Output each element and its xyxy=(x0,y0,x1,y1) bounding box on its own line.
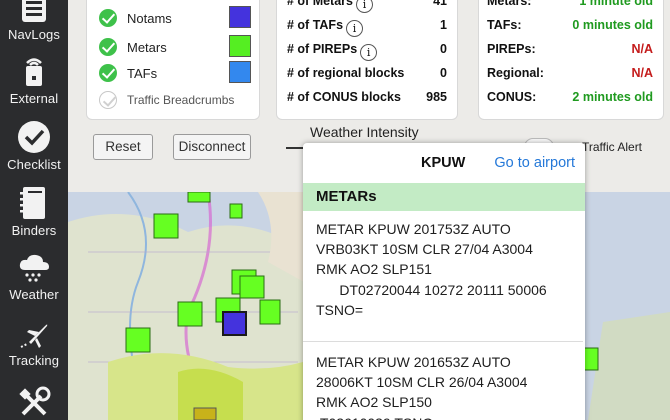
plane-tracking-icon xyxy=(20,324,48,348)
popup-title: KPUW xyxy=(421,155,466,171)
age-row-regional: Regional: N/A xyxy=(487,66,653,86)
info-icon[interactable]: i xyxy=(346,20,364,37)
layer-label: Notams xyxy=(127,10,172,26)
counts-panel: # of Metars i 41 # of TAFs i 1 # of PIREPs… xyxy=(276,0,458,120)
layer-toggle-notams[interactable]: Notams xyxy=(99,7,172,29)
metar-station-marker[interactable] xyxy=(187,192,211,203)
notam-marker[interactable] xyxy=(222,311,247,336)
count-label: # of PIREPs xyxy=(287,42,358,56)
sidebar-item-label: Tracking xyxy=(8,353,60,368)
age-value: 2 minutes old xyxy=(572,90,653,104)
age-row-conus: CONUS: 2 minutes old xyxy=(487,90,653,110)
external-device-icon xyxy=(26,58,42,86)
sidebar-item-external[interactable]: External xyxy=(0,54,68,106)
section-title: METARs xyxy=(316,188,377,205)
checkmark-icon[interactable] xyxy=(99,64,117,82)
age-row-tafs: TAFs: 0 minutes old xyxy=(487,18,653,38)
sidebar-item-weather[interactable]: Weather xyxy=(0,252,68,302)
checkmark-icon[interactable] xyxy=(99,91,117,109)
metar-report: METAR KPUW 201753Z AUTO VRB03KT 10SM CLR… xyxy=(316,221,547,318)
sidebar-item-tools[interactable] xyxy=(0,386,68,420)
traffic-alert-label: Traffic Alert xyxy=(582,140,643,154)
count-label: # of regional blocks xyxy=(287,66,405,80)
count-label: # of Metars xyxy=(287,0,353,8)
tools-icon xyxy=(19,386,51,416)
layers-panel: Notams Metars TAFs Traffic Breadcrumbs xyxy=(86,0,260,120)
count-row-metars: # of Metars i 41 xyxy=(287,0,447,14)
count-value: 41 xyxy=(433,0,447,8)
count-row-regional: # of regional blocks 0 xyxy=(287,66,447,86)
sidebar-item-label: Weather xyxy=(9,287,59,302)
checkmark-icon[interactable] xyxy=(99,9,117,27)
metars-section-header: METARs xyxy=(303,183,585,211)
data-age-panel: Metars: 1 minute old TAFs: 0 minutes old… xyxy=(478,0,664,120)
disconnect-button[interactable]: Disconnect xyxy=(173,134,251,160)
age-label: CONUS: xyxy=(487,90,537,104)
age-label: Regional: xyxy=(487,66,544,80)
layer-label: TAFs xyxy=(127,65,158,81)
divider xyxy=(303,341,583,342)
metar-station-marker[interactable] xyxy=(259,299,281,325)
tafs-color-swatch[interactable] xyxy=(229,61,251,83)
count-value: 1 xyxy=(440,18,447,32)
layer-label: Traffic Breadcrumbs xyxy=(127,93,235,107)
info-icon[interactable]: i xyxy=(360,44,378,61)
age-label: TAFs: xyxy=(487,18,522,32)
sidebar-item-label: External xyxy=(9,91,59,106)
sidebar-item-checklist[interactable]: Checklist xyxy=(0,120,68,172)
weather-cloud-icon xyxy=(19,254,49,282)
layer-toggle-tafs[interactable]: TAFs xyxy=(99,62,157,84)
checklist-icon xyxy=(18,121,50,153)
count-label: # of TAFs xyxy=(287,18,344,32)
age-label: Metars: xyxy=(487,0,532,8)
age-value: 1 minute old xyxy=(579,0,653,8)
metar-station-marker[interactable] xyxy=(239,275,265,299)
popup-header: KPUW Go to airport xyxy=(303,143,585,183)
binder-icon xyxy=(20,187,45,219)
notams-color-swatch[interactable] xyxy=(229,6,251,28)
age-row-pireps: PIREPs: N/A xyxy=(487,42,653,62)
sidebar-item-tracking[interactable]: Tracking xyxy=(0,320,68,368)
checkmark-icon[interactable] xyxy=(99,38,117,56)
metars-color-swatch[interactable] xyxy=(229,35,251,57)
count-row-conus: # of CONUS blocks 985 xyxy=(287,90,447,110)
count-value: 0 xyxy=(440,42,447,56)
metar-station-marker[interactable] xyxy=(177,301,203,327)
metar-station-marker[interactable] xyxy=(125,327,151,353)
age-value: N/A xyxy=(631,42,653,56)
sidebar-item-label: Checklist xyxy=(7,157,61,172)
metar-station-marker[interactable] xyxy=(193,407,217,420)
go-to-airport-link[interactable]: Go to airport xyxy=(494,155,575,171)
metar-report: METAR KPUW 201653Z AUTO 28006KT 10SM CLR… xyxy=(316,354,528,420)
info-icon[interactable]: i xyxy=(356,0,373,13)
count-row-tafs: # of TAFs i 1 xyxy=(287,18,447,38)
weather-intensity-label: Weather Intensity xyxy=(310,124,419,140)
metar-station-marker[interactable] xyxy=(153,213,179,239)
count-value: 985 xyxy=(426,90,447,104)
layer-toggle-metars[interactable]: Metars xyxy=(99,36,167,58)
count-label: # of CONUS blocks xyxy=(287,90,401,104)
layer-toggle-traffic-breadcrumbs[interactable]: Traffic Breadcrumbs xyxy=(99,89,234,111)
age-value: N/A xyxy=(631,66,653,80)
reset-button[interactable]: Reset xyxy=(93,134,153,160)
sidebar: NavLogs External Checklist Binders Weath… xyxy=(0,0,96,420)
age-label: PIREPs: xyxy=(487,42,536,56)
age-row-metars: Metars: 1 minute old xyxy=(487,0,653,14)
airport-popup: KPUW Go to airport METARs METAR KPUW 201… xyxy=(303,143,585,420)
sidebar-item-label: NavLogs xyxy=(7,27,60,42)
sidebar-item-navlogs[interactable]: NavLogs xyxy=(0,0,68,42)
age-value: 0 minutes old xyxy=(572,18,653,32)
count-row-pireps: # of PIREPs i 0 xyxy=(287,42,447,62)
count-value: 0 xyxy=(440,66,447,80)
metar-station-marker[interactable] xyxy=(229,203,243,219)
navlog-icon xyxy=(22,0,46,22)
layer-label: Metars xyxy=(127,39,167,55)
